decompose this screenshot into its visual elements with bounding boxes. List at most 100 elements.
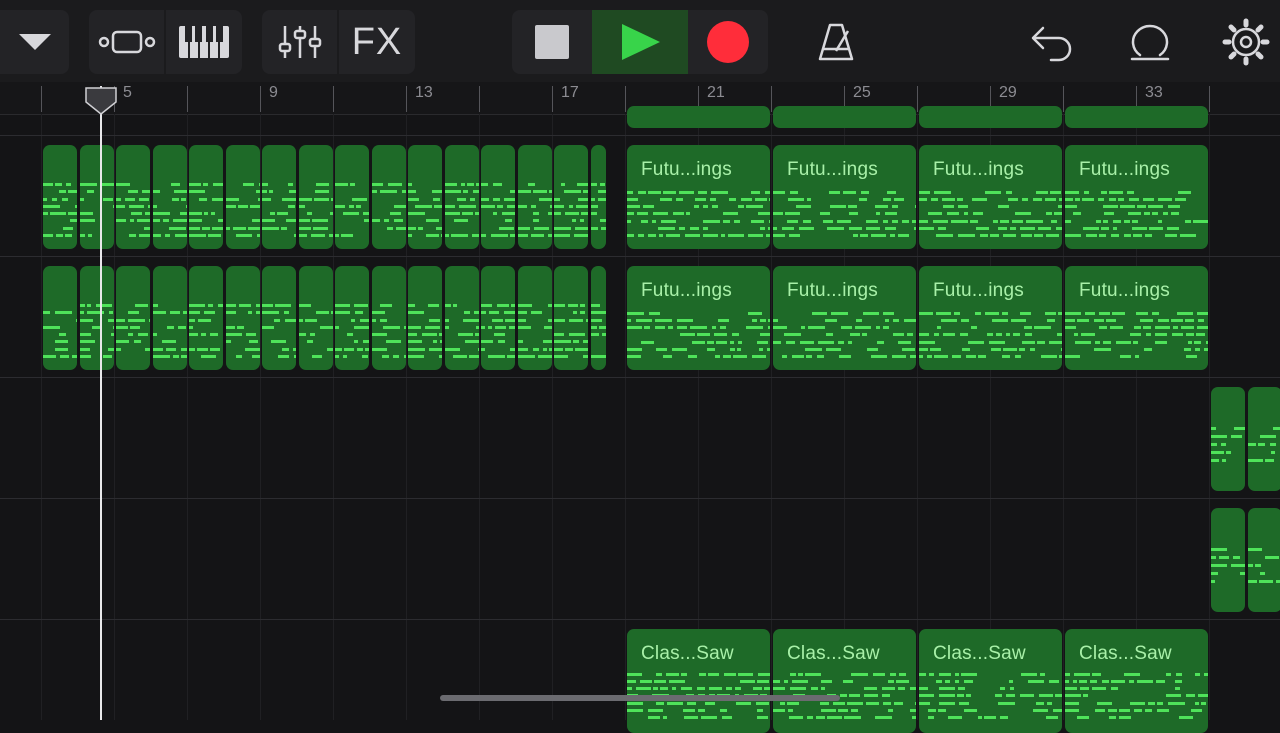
region[interactable] — [43, 145, 77, 249]
region[interactable] — [1248, 508, 1280, 612]
home-indicator[interactable] — [440, 695, 840, 701]
region[interactable] — [591, 266, 606, 370]
region-name: Clas...Saw — [1079, 643, 1172, 664]
record-button[interactable] — [688, 10, 768, 74]
region[interactable] — [299, 145, 333, 249]
region-classic-saw[interactable]: Clas...Saw — [1065, 629, 1208, 733]
midi-notes — [1065, 673, 1208, 723]
bar-number: 17 — [561, 84, 579, 101]
region[interactable] — [518, 145, 552, 249]
midi-notes — [153, 183, 187, 241]
region-futuristic-strings[interactable]: Futu...ings — [773, 145, 916, 249]
region[interactable] — [262, 266, 296, 370]
mixer-button[interactable] — [262, 10, 337, 74]
tracks-view-button[interactable] — [89, 10, 164, 74]
region-classic-saw[interactable]: Clas...Saw — [773, 629, 916, 733]
region[interactable] — [481, 266, 515, 370]
region-futuristic-strings[interactable]: Futu...ings — [627, 145, 770, 249]
midi-notes — [1065, 191, 1208, 241]
region[interactable] — [1211, 387, 1245, 491]
region-name: Futu...ings — [933, 159, 1024, 180]
bar-tick — [406, 86, 407, 112]
midi-notes — [1211, 548, 1245, 588]
tracks-area[interactable]: Futu...ings Futu...ings Futu...ings Futu… — [0, 106, 1280, 733]
midi-notes — [1248, 548, 1280, 588]
region[interactable] — [481, 145, 515, 249]
region[interactable] — [919, 106, 1062, 128]
region[interactable] — [518, 266, 552, 370]
sliders-icon — [278, 26, 321, 58]
region[interactable] — [80, 266, 114, 370]
region[interactable] — [408, 266, 442, 370]
bar-tick — [917, 86, 918, 112]
loop-browser-button[interactable] — [1114, 10, 1186, 74]
region[interactable] — [189, 145, 223, 249]
fx-button[interactable]: FX — [339, 10, 415, 74]
midi-notes — [262, 183, 296, 241]
region[interactable] — [335, 145, 369, 249]
settings-button[interactable] — [1212, 10, 1280, 74]
midi-notes — [1248, 427, 1280, 467]
region[interactable] — [554, 145, 588, 249]
bar-number: 25 — [853, 84, 871, 101]
midi-notes — [43, 304, 77, 362]
region[interactable] — [1248, 387, 1280, 491]
region[interactable] — [116, 266, 150, 370]
region-futuristic-strings[interactable]: Futu...ings — [919, 145, 1062, 249]
midi-notes — [773, 312, 916, 362]
region-name: Clas...Saw — [787, 643, 880, 664]
region[interactable] — [627, 106, 770, 128]
undo-icon — [1031, 26, 1072, 62]
region-futuristic-strings[interactable]: Futu...ings — [919, 266, 1062, 370]
bar-number: 9 — [269, 84, 278, 101]
region[interactable] — [226, 266, 260, 370]
region[interactable] — [408, 145, 442, 249]
region-futuristic-strings[interactable]: Futu...ings — [773, 266, 916, 370]
midi-notes — [262, 304, 296, 362]
playhead-handle-icon[interactable] — [84, 86, 118, 116]
midi-notes — [189, 183, 223, 241]
region[interactable] — [1065, 106, 1208, 128]
region-futuristic-strings[interactable]: Futu...ings — [627, 266, 770, 370]
region[interactable] — [445, 266, 479, 370]
region[interactable] — [189, 266, 223, 370]
region-name: Clas...Saw — [933, 643, 1026, 664]
region[interactable] — [372, 145, 406, 249]
region[interactable] — [153, 145, 187, 249]
region-futuristic-strings[interactable]: Futu...ings — [1065, 145, 1208, 249]
region-classic-saw[interactable]: Clas...Saw — [627, 629, 770, 733]
play-button[interactable] — [592, 10, 688, 74]
region[interactable] — [1211, 508, 1245, 612]
region-futuristic-strings[interactable]: Futu...ings — [1065, 266, 1208, 370]
region-classic-saw[interactable]: Clas...Saw — [919, 629, 1062, 733]
region[interactable] — [262, 145, 296, 249]
region-name: Futu...ings — [1079, 280, 1170, 301]
bar-number: 33 — [1145, 84, 1163, 101]
region[interactable] — [372, 266, 406, 370]
keyboard-button[interactable] — [166, 10, 242, 74]
metronome-button[interactable] — [800, 10, 872, 74]
midi-notes — [226, 304, 260, 362]
region[interactable] — [445, 145, 479, 249]
tracks-menu-button[interactable] — [0, 10, 69, 74]
fx-label: FX — [351, 20, 403, 63]
piano-keys-icon — [179, 26, 229, 58]
region[interactable] — [591, 145, 606, 249]
triangle-down-icon — [18, 34, 51, 50]
undo-button[interactable] — [1016, 10, 1088, 74]
region-name: Futu...ings — [641, 280, 732, 301]
region[interactable] — [335, 266, 369, 370]
region-name: Futu...ings — [787, 159, 878, 180]
region[interactable] — [43, 266, 77, 370]
region[interactable] — [773, 106, 916, 128]
region[interactable] — [226, 145, 260, 249]
region[interactable] — [116, 145, 150, 249]
region[interactable] — [153, 266, 187, 370]
midi-notes — [1211, 427, 1245, 467]
region[interactable] — [299, 266, 333, 370]
playhead-line[interactable] — [100, 86, 102, 720]
region[interactable] — [80, 145, 114, 249]
stop-button[interactable] — [512, 10, 592, 74]
record-icon — [707, 21, 749, 63]
region[interactable] — [554, 266, 588, 370]
